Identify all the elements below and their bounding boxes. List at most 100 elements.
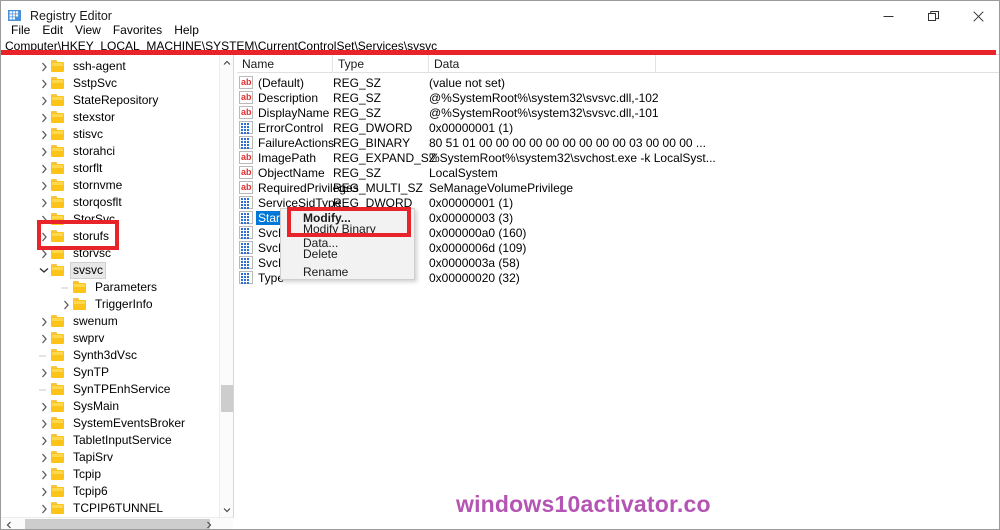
restore-button[interactable] <box>911 1 956 31</box>
chevron-right-icon[interactable] <box>37 483 51 500</box>
tree-item-storflt[interactable]: storflt <box>37 160 105 177</box>
registry-tree-pane[interactable]: ssh-agent SstpSvc StateRepository stexstor s… <box>1 55 219 517</box>
value-name-cell: Type <box>239 271 286 285</box>
scroll-up-icon[interactable] <box>220 55 234 70</box>
table-row[interactable]: ImagePath REG_EXPAND_SZ%SystemRoot%\syste… <box>237 150 999 165</box>
close-button[interactable] <box>956 1 999 31</box>
chevron-down-icon[interactable] <box>37 262 51 279</box>
tree-item-staterepository[interactable]: StateRepository <box>37 92 161 109</box>
pane-splitter[interactable] <box>233 55 234 518</box>
tree-item-label: SstpSvc <box>73 76 118 90</box>
value-name: DisplayName <box>258 105 330 120</box>
chevron-right-icon[interactable] <box>37 415 51 432</box>
table-row[interactable]: ErrorControl REG_DWORD 0x00000001 (1) <box>237 120 999 135</box>
tree-item-tapisrv[interactable]: TapiSrv <box>37 449 116 466</box>
chevron-right-icon[interactable] <box>37 109 51 126</box>
chevron-right-icon[interactable] <box>37 160 51 177</box>
menu-item-favorites[interactable]: Favorites <box>107 22 168 38</box>
tree-item-synth3dvsc[interactable]: Synth3dVsc <box>37 347 140 364</box>
menu-bar: File Edit View Favorites Help <box>1 21 205 38</box>
chevron-right-icon[interactable] <box>37 194 51 211</box>
chevron-right-icon[interactable] <box>37 330 51 347</box>
tree-item-storahci[interactable]: storahci <box>37 143 118 160</box>
table-row[interactable]: ObjectName REG_SZ LocalSystem <box>237 165 999 180</box>
folder-icon <box>51 111 66 124</box>
scroll-right-icon[interactable] <box>201 518 216 529</box>
scroll-left-icon[interactable] <box>1 518 16 529</box>
tree-item-syntpenhservice[interactable]: SynTPEnhService <box>37 381 173 398</box>
column-header-type[interactable]: Type <box>333 55 429 73</box>
chevron-right-icon[interactable] <box>59 296 73 313</box>
scroll-down-icon[interactable] <box>220 502 234 517</box>
tree-item-tcpip6tunnel[interactable]: TCPIP6TUNNEL <box>37 500 166 517</box>
tree-item-syntp[interactable]: SynTP <box>37 364 112 381</box>
value-name-cell: Description <box>239 90 320 105</box>
value-data: 0x0000003a (58) <box>429 255 520 270</box>
value-data: SeManageVolumePrivilege <box>429 180 574 195</box>
value-type: REG_MULTI_SZ <box>333 180 423 195</box>
tree-item-sysmain[interactable]: SysMain <box>37 398 122 415</box>
binary-value-icon <box>239 256 253 269</box>
tree-item-label: ssh-agent <box>73 59 126 73</box>
menu-item-file[interactable]: File <box>5 22 36 38</box>
table-row[interactable]: Description REG_SZ @%SystemRoot%\system32\… <box>237 90 999 105</box>
chevron-right-icon[interactable] <box>37 500 51 517</box>
tree-item-ssh-agent[interactable]: ssh-agent <box>37 58 129 75</box>
tree-vertical-scrollbar[interactable] <box>219 55 233 517</box>
value-name-cell: Start <box>239 210 286 225</box>
chevron-right-icon[interactable] <box>37 92 51 109</box>
minimize-button[interactable] <box>866 1 911 31</box>
tree-item-swprv[interactable]: swprv <box>37 330 107 347</box>
value-type: REG_DWORD <box>333 120 413 135</box>
tree-item-swenum[interactable]: swenum <box>37 313 121 330</box>
menu-item-edit[interactable]: Edit <box>36 22 69 38</box>
registry-values-pane[interactable]: Name Type Data (Default) REG_SZ (value not… <box>237 55 999 518</box>
table-row[interactable]: FailureActions REG_BINARY 80 51 01 00 00 0… <box>237 135 999 150</box>
folder-icon <box>51 128 66 141</box>
tree-item-label: Parameters <box>95 280 158 294</box>
chevron-right-icon[interactable] <box>37 466 51 483</box>
tree-hscroll-thumb[interactable] <box>25 519 210 529</box>
table-row[interactable]: RequiredPrivilegesREG_MULTI_SZSeManageVo… <box>237 180 999 195</box>
context-menu-item-rename[interactable]: Rename <box>281 263 414 281</box>
table-row[interactable]: (Default) REG_SZ (value not set) <box>237 75 999 90</box>
chevron-right-icon[interactable] <box>37 177 51 194</box>
chevron-right-icon[interactable] <box>37 75 51 92</box>
tree-horizontal-scrollbar[interactable] <box>1 517 233 529</box>
tree-item-tcpip6[interactable]: Tcpip6 <box>37 483 111 500</box>
column-header-data[interactable]: Data <box>429 55 656 73</box>
tree-item-stisvc[interactable]: stisvc <box>37 126 106 143</box>
chevron-right-icon[interactable] <box>37 449 51 466</box>
tree-item-label: SystemEventsBroker <box>73 416 186 430</box>
folder-icon <box>51 179 66 192</box>
tree-item-label: TCPIP6TUNNEL <box>73 501 164 515</box>
menu-item-help[interactable]: Help <box>168 22 205 38</box>
folder-icon <box>51 332 66 345</box>
tree-item-label: Tcpip6 <box>73 484 108 498</box>
folder-icon <box>51 366 66 379</box>
chevron-right-icon[interactable] <box>37 313 51 330</box>
tree-item-sstpsvc[interactable]: SstpSvc <box>37 75 120 92</box>
menu-item-view[interactable]: View <box>69 22 107 38</box>
chevron-right-icon[interactable] <box>37 364 51 381</box>
chevron-right-icon[interactable] <box>37 432 51 449</box>
tree-item-tabletinputservice[interactable]: TabletInputService <box>37 432 175 449</box>
tree-item-tcpip[interactable]: Tcpip <box>37 466 104 483</box>
chevron-right-icon[interactable] <box>37 143 51 160</box>
tree-item-systemeventsbroker[interactable]: SystemEventsBroker <box>37 415 188 432</box>
chevron-right-icon[interactable] <box>37 58 51 75</box>
tree-item-label: stexstor <box>73 110 116 124</box>
chevron-right-icon[interactable] <box>37 398 51 415</box>
folder-icon <box>51 434 66 447</box>
tree-item-parameters[interactable]: Parameters <box>59 279 160 296</box>
folder-icon <box>51 383 66 396</box>
table-row[interactable]: DisplayNameREG_SZ @%SystemRoot%\system32\… <box>237 105 999 120</box>
tree-item-stornvme[interactable]: stornvme <box>37 177 125 194</box>
tree-item-svsvc[interactable]: svsvc <box>37 262 106 279</box>
tree-item-stexstor[interactable]: stexstor <box>37 109 118 126</box>
tree-item-triggerinfo[interactable]: TriggerInfo <box>59 296 156 313</box>
tree-scroll-thumb[interactable] <box>221 385 233 412</box>
column-header-name[interactable]: Name <box>237 55 333 73</box>
tree-item-storqosflt[interactable]: storqosflt <box>37 194 125 211</box>
chevron-right-icon[interactable] <box>37 126 51 143</box>
